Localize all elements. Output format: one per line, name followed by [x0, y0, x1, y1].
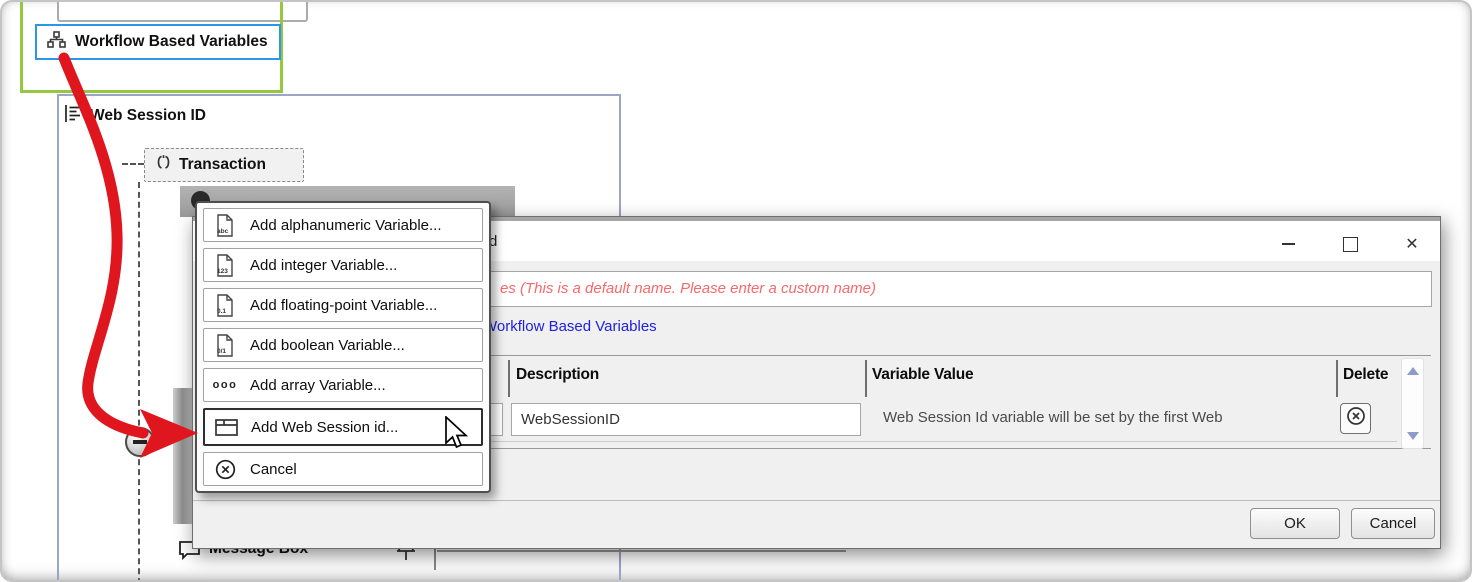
hidden-node-edge — [173, 388, 194, 524]
workflow-icon — [47, 31, 66, 53]
column-separator — [1336, 360, 1338, 397]
menu-item-add-integer[interactable]: 123 Add integer Variable... — [203, 248, 483, 282]
column-separator — [865, 360, 867, 397]
maximize-icon — [1343, 237, 1358, 252]
minimize-button[interactable] — [1271, 231, 1305, 257]
transaction-node-label: Transaction — [179, 156, 266, 174]
transaction-icon — [155, 154, 172, 176]
doc-123-icon: 123 — [213, 252, 237, 278]
scroll-down-icon[interactable] — [1407, 432, 1419, 440]
cancel-circle-x-icon — [213, 456, 237, 482]
tree-connector-dash — [122, 163, 144, 165]
menu-item-add-boolean[interactable]: 0/1 Add boolean Variable... — [203, 328, 483, 362]
ok-button[interactable]: OK — [1250, 508, 1340, 539]
doc-abc-icon: abc — [213, 212, 237, 238]
doc-bool-icon: 0/1 — [213, 332, 237, 358]
menu-item-add-floating-point[interactable]: 0.1 Add floating-point Variable... — [203, 288, 483, 322]
header-description: Description — [516, 366, 599, 384]
header-variable-value: Variable Value — [872, 366, 973, 384]
node-bottom-line — [437, 550, 846, 552]
table-scrollbar[interactable] — [1401, 358, 1424, 449]
description-cell-input[interactable]: WebSessionID — [511, 403, 861, 436]
menu-item-add-web-session-id[interactable]: Add Web Session id... — [203, 408, 483, 446]
workflow-button-label: Workflow Based Variables — [75, 33, 268, 51]
circle-x-icon — [1346, 406, 1366, 431]
menu-item-add-alphanumeric[interactable]: abc Add alphanumeric Variable... — [203, 208, 483, 242]
mouse-cursor — [445, 416, 471, 457]
delete-row-button[interactable] — [1340, 403, 1371, 434]
transaction-node[interactable]: Transaction — [144, 148, 304, 182]
browser-window-icon — [214, 414, 238, 440]
screenshot-frame: Workflow Based Variables Web Session ID … — [0, 0, 1472, 582]
dialog-cancel-button[interactable]: Cancel — [1351, 508, 1435, 539]
maximize-button[interactable] — [1333, 231, 1367, 257]
workflow-based-variables-button[interactable]: Workflow Based Variables — [35, 24, 281, 60]
array-ooo-icon: ooo — [213, 372, 237, 398]
variable-value-text: Web Session Id variable will be set by t… — [883, 409, 1223, 426]
scroll-up-icon[interactable] — [1407, 367, 1419, 375]
web-session-root-node[interactable]: Web Session ID — [64, 104, 206, 128]
close-button[interactable]: ✕ — [1395, 231, 1429, 257]
button-bar-separator — [193, 500, 1440, 501]
column-separator — [508, 360, 510, 397]
tree-connector-line — [138, 182, 140, 582]
menu-item-add-array[interactable]: ooo Add array Variable... — [203, 368, 483, 402]
collapse-minus-button[interactable] — [125, 427, 155, 457]
header-delete: Delete — [1343, 366, 1388, 384]
root-node-label: Web Session ID — [90, 107, 206, 125]
doc-float-icon: 0.1 — [213, 292, 237, 318]
list-icon — [64, 104, 82, 128]
workflow-variables-link[interactable]: Workflow Based Variables — [483, 318, 657, 335]
menu-item-cancel[interactable]: Cancel — [203, 452, 483, 486]
minimize-icon — [1282, 243, 1295, 245]
